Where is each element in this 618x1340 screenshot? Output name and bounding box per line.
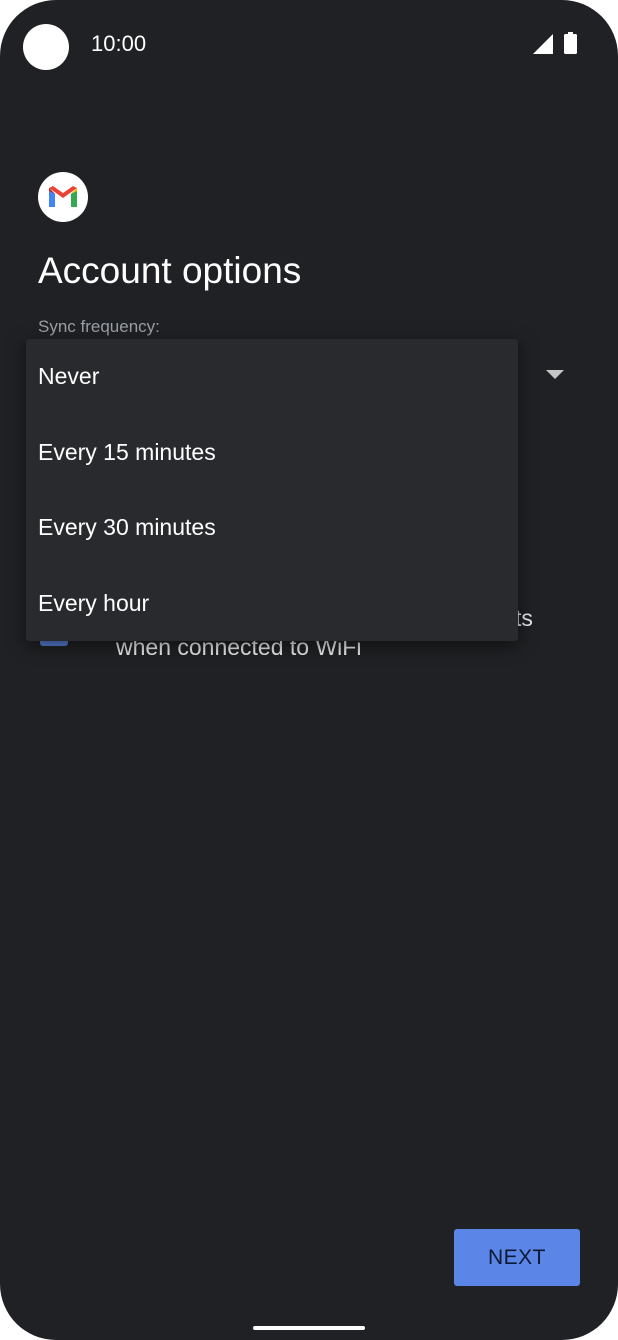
camera-cutout bbox=[23, 24, 69, 70]
status-bar: 10:00 bbox=[0, 0, 618, 90]
menu-item-label: Every 15 minutes bbox=[38, 439, 216, 465]
menu-item-label: Never bbox=[38, 363, 100, 389]
status-time: 10:00 bbox=[91, 31, 147, 56]
menu-item-every-hour[interactable]: Every hour bbox=[26, 566, 518, 641]
page-title: Account options bbox=[38, 250, 302, 291]
sync-frequency-label: Sync frequency: bbox=[38, 317, 160, 336]
gmail-icon bbox=[38, 172, 88, 222]
sync-frequency-menu: Never Every 15 minutes Every 30 minutes … bbox=[26, 339, 518, 641]
menu-item-label: Every 30 minutes bbox=[38, 514, 216, 540]
menu-item-label: Every hour bbox=[38, 590, 150, 616]
dropdown-arrow-icon[interactable] bbox=[546, 370, 564, 379]
menu-item-every-30-minutes[interactable]: Every 30 minutes bbox=[26, 490, 518, 565]
battery-icon bbox=[564, 32, 577, 54]
signal-icon bbox=[533, 34, 553, 54]
phone-screen: 10:00 Account options Sync frequency: ts… bbox=[0, 0, 618, 1340]
menu-item-every-15-minutes[interactable]: Every 15 minutes bbox=[26, 415, 518, 490]
next-button[interactable]: NEXT bbox=[454, 1229, 580, 1286]
menu-item-never[interactable]: Never bbox=[26, 339, 518, 414]
home-indicator[interactable] bbox=[253, 1326, 365, 1330]
